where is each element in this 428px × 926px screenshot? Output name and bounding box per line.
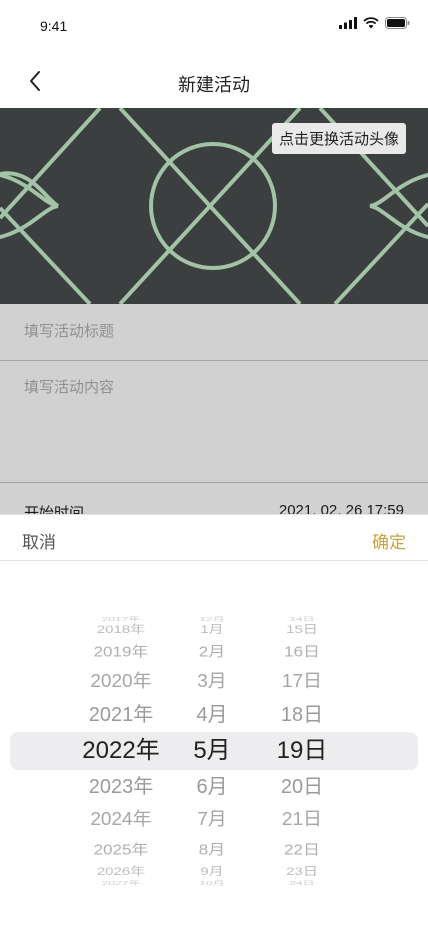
picker-month[interactable]: 10月 [176, 875, 248, 891]
picker-year[interactable]: 2020年 [60, 665, 182, 699]
picker-row-selected[interactable]: 2022年 5月 19日 [0, 733, 428, 769]
picker-month[interactable]: 6月 [176, 769, 248, 805]
activity-form: 开始时间 2021. 02. 26 17:59 [0, 304, 428, 522]
picker-day[interactable]: 24日 [262, 875, 342, 891]
picker-row[interactable]: 2020年 3月 17日 [0, 665, 428, 699]
divider [0, 482, 428, 483]
picker-year[interactable]: 2023年 [60, 769, 182, 805]
sheet-header: 取消 确定 [0, 515, 428, 561]
battery-icon [385, 17, 410, 29]
picker-day[interactable]: 21日 [262, 803, 342, 837]
picker-month[interactable]: 3月 [176, 665, 248, 699]
content-input[interactable] [24, 376, 404, 476]
signal-icon [339, 17, 357, 29]
picker-year[interactable]: 2024年 [60, 803, 182, 837]
cancel-button[interactable]: 取消 [22, 528, 56, 553]
title-input[interactable] [24, 322, 404, 340]
picker-row[interactable]: 2023年 6月 20日 [0, 769, 428, 805]
picker-year[interactable]: 2022年 [60, 733, 182, 769]
nav-bar: 新建活动 [0, 54, 428, 108]
picker-row[interactable]: 2024年 7月 21日 [0, 803, 428, 837]
date-picker-sheet: 取消 确定 2017年 12月 14日 2018年 1月 15日 2019年 2月 16日 202… [0, 514, 428, 926]
page-title: 新建活动 [178, 75, 250, 96]
picker-day[interactable]: 19日 [262, 733, 342, 769]
picker-day[interactable]: 18日 [262, 697, 342, 733]
status-icons [339, 16, 410, 30]
status-bar: 9:41 [0, 0, 428, 54]
picker-month[interactable]: 4月 [176, 697, 248, 733]
picker-day[interactable]: 20日 [262, 769, 342, 805]
picker-year[interactable]: 2027年 [60, 875, 182, 891]
status-time: 9:41 [40, 18, 68, 34]
picker-month[interactable]: 7月 [176, 803, 248, 837]
wifi-icon [363, 17, 379, 29]
picker-row[interactable]: 2027年 10月 24日 [0, 875, 428, 891]
picker-row[interactable]: 2021年 4月 18日 [0, 697, 428, 733]
picker-month[interactable]: 2月 [176, 637, 248, 668]
picker-year[interactable]: 2021年 [60, 697, 182, 733]
confirm-button[interactable]: 确定 [372, 528, 406, 553]
picker-row[interactable]: 2019年 2月 16日 [0, 637, 428, 668]
picker-month[interactable]: 5月 [176, 733, 248, 769]
picker-day[interactable]: 17日 [262, 665, 342, 699]
date-picker-wheel[interactable]: 2017年 12月 14日 2018年 1月 15日 2019年 2月 16日 2020年 3月 17… [0, 561, 428, 926]
activity-cover[interactable]: 点击更换活动头像 [0, 108, 428, 304]
picker-year[interactable]: 2019年 [60, 637, 182, 668]
picker-day[interactable]: 16日 [262, 637, 342, 668]
divider [0, 360, 428, 361]
change-cover-button[interactable]: 点击更换活动头像 [271, 123, 406, 154]
